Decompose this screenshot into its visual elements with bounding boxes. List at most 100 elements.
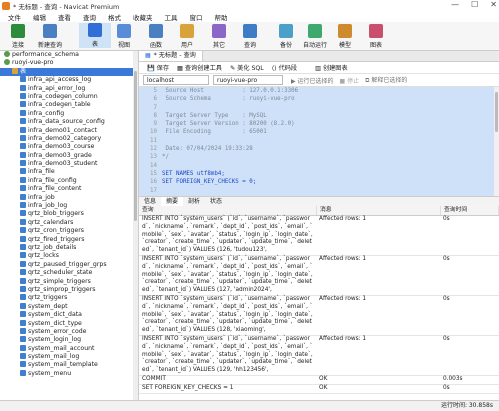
save-button[interactable]: 💾 保存 <box>147 63 169 72</box>
tree-item[interactable]: infra_file_content <box>0 185 138 193</box>
menu-item[interactable]: 工具 <box>165 12 178 22</box>
beautify-sql-button[interactable]: ✎ 美化 SQL <box>230 63 264 72</box>
tree-item[interactable]: system_login_log <box>0 336 138 344</box>
toolbar-table-button[interactable]: 表 <box>79 23 111 48</box>
result-row[interactable]: SET FOREIGN_KEY_CHECKS = 1OK0s <box>139 385 499 394</box>
tree-item[interactable]: infra_data_source_config <box>0 118 138 126</box>
tree-item[interactable]: qrtz_job_details <box>0 244 138 252</box>
menu-item[interactable]: 帮助 <box>215 12 228 22</box>
menu-item[interactable]: 查询 <box>83 12 96 22</box>
toolbar-view-button[interactable]: 视图 <box>108 24 140 49</box>
tree-item[interactable]: infra_demo03_course <box>0 143 138 151</box>
line-text: Source Schema : ruoyi-vue-pro <box>162 96 295 102</box>
tree-item[interactable]: infra_file <box>0 168 138 176</box>
table-icon <box>20 127 26 133</box>
query-builder-button[interactable]: ▦ 查询创建工具 <box>177 63 222 72</box>
tree-item[interactable]: system_mail_log <box>0 353 138 361</box>
result-tab[interactable]: 信息 <box>139 197 161 206</box>
tree-item[interactable]: qrtz_fired_triggers <box>0 236 138 244</box>
menu-item[interactable]: 查看 <box>58 12 71 22</box>
tree-item[interactable]: infra_demo02_category <box>0 135 138 143</box>
toolbar-new-query-button[interactable]: 新建查询 <box>34 24 66 49</box>
tree-item[interactable]: ruoyi-vue-pro <box>0 59 138 67</box>
toolbar-query-button[interactable]: 查询 <box>234 24 266 49</box>
tree-item[interactable]: 表 <box>0 68 138 76</box>
tree-item-label: infra_file_config <box>28 177 77 184</box>
result-row[interactable]: INSERT INTO `system_users` (`id`, `usern… <box>139 336 499 376</box>
result-row[interactable]: INSERT INTO `system_users` (`id`, `usern… <box>139 256 499 296</box>
tree-item[interactable]: performance_schema <box>0 51 138 59</box>
toolbar-plug-button[interactable]: 连接 <box>2 24 34 49</box>
menu-item[interactable]: 编辑 <box>33 12 46 22</box>
col-query[interactable]: 查询 <box>139 206 317 215</box>
tree-item[interactable]: qrtz_triggers <box>0 294 138 302</box>
create-chart-button[interactable]: ▥ 创建图表 <box>315 63 348 72</box>
tree-item[interactable]: qrtz_scheduler_state <box>0 269 138 277</box>
col-time[interactable]: 查询时间 <box>441 206 499 215</box>
result-tab[interactable]: 状态 <box>205 197 227 206</box>
result-row[interactable]: COMMITOK0.003s <box>139 376 499 385</box>
close-button[interactable]: ✕ <box>490 0 497 9</box>
server-select[interactable]: localhost <box>143 75 209 85</box>
tree-item[interactable]: infra_demo03_student <box>0 160 138 168</box>
menu-item[interactable]: 收藏夹 <box>133 12 153 22</box>
tree-item[interactable]: infra_demo01_contact <box>0 127 138 135</box>
result-tab[interactable]: 剖析 <box>183 197 205 206</box>
tree-item[interactable]: infra_demo03_grade <box>0 152 138 160</box>
tree-item[interactable]: system_dept <box>0 303 138 311</box>
tree-item[interactable]: infra_config <box>0 110 138 118</box>
stop-button[interactable]: ■ 停止 <box>340 76 360 85</box>
tree-item[interactable]: qrtz_cron_triggers <box>0 227 138 235</box>
table-icon <box>20 76 26 82</box>
tree-item[interactable]: system_dict_data <box>0 311 138 319</box>
editor-line: 12 Date: 07/04/2024 19:33:28 <box>139 145 499 153</box>
tree-scrollbar[interactable] <box>133 51 138 400</box>
result-tab[interactable]: 摘要 <box>161 197 183 206</box>
tree-item[interactable]: qrtz_paused_trigger_grps <box>0 261 138 269</box>
explain-selected-button[interactable]: ⧉ 解释已选择的 <box>365 75 407 85</box>
editor-scrollbar[interactable] <box>494 87 499 196</box>
col-message[interactable]: 消息 <box>317 206 441 215</box>
toolbar-chart-button[interactable]: 图表 <box>360 24 392 49</box>
menu-item[interactable]: 窗口 <box>190 12 203 22</box>
toolbar-model-button[interactable]: 模型 <box>329 24 361 49</box>
tree-item[interactable]: qrtz_locks <box>0 252 138 260</box>
toolbar-robot-button[interactable]: 自动运行 <box>299 24 331 49</box>
tab-untitled-query[interactable]: ▦ * 无标题 - 查询 <box>139 51 203 61</box>
sql-editor[interactable]: 5 Source Host : 127.0.0.1:33066 Source S… <box>139 87 499 196</box>
editor-line: 17 <box>139 187 499 195</box>
tree-item[interactable]: infra_job <box>0 194 138 202</box>
toolbar-function-button[interactable]: 函数 <box>140 24 172 49</box>
tree-item[interactable]: infra_api_access_log <box>0 76 138 84</box>
menu-item[interactable]: 格式 <box>108 12 121 22</box>
run-selected-button[interactable]: ▶ 运行已选择的 <box>291 76 334 85</box>
toolbar-backup-button[interactable]: 备份 <box>270 24 302 49</box>
tree-item[interactable]: infra_codegen_column <box>0 93 138 101</box>
toolbar-other-button[interactable]: 其它 <box>203 24 235 49</box>
toolbar-user-button[interactable]: 用户 <box>171 24 203 49</box>
tree-item[interactable]: qrtz_simple_triggers <box>0 278 138 286</box>
result-grid: 查询 消息 查询时间 INSERT INTO `system_users` (`… <box>139 206 499 394</box>
tree-item-label: system_mail_template <box>28 361 98 368</box>
tree-item[interactable]: system_error_code <box>0 328 138 336</box>
result-row[interactable]: INSERT INTO `system_users` (`id`, `usern… <box>139 296 499 336</box>
minimize-button[interactable]: — <box>451 0 459 9</box>
tree-item[interactable]: infra_job_log <box>0 202 138 210</box>
object-tree: performance_schemaruoyi-vue-pro表infra_ap… <box>0 51 139 400</box>
tree-item[interactable]: infra_file_config <box>0 177 138 185</box>
menu-item[interactable]: 文件 <box>8 12 21 22</box>
result-row[interactable]: INSERT INTO `system_users` (`id`, `usern… <box>139 216 499 256</box>
tree-item[interactable]: system_mail_account <box>0 345 138 353</box>
database-select[interactable]: ruoyi-vue-pro <box>213 75 283 85</box>
tree-item[interactable]: infra_codegen_table <box>0 101 138 109</box>
result-cell: 0s <box>440 216 499 255</box>
tree-item[interactable]: qrtz_calendars <box>0 219 138 227</box>
tree-item[interactable]: system_menu <box>0 370 138 378</box>
tree-item[interactable]: qrtz_blob_triggers <box>0 210 138 218</box>
tree-item[interactable]: system_dict_type <box>0 320 138 328</box>
tree-item[interactable]: system_mail_template <box>0 361 138 369</box>
maximize-button[interactable]: ☐ <box>471 0 478 9</box>
tree-item[interactable]: infra_api_error_log <box>0 85 138 93</box>
tree-item[interactable]: qrtz_simprop_triggers <box>0 286 138 294</box>
code-snippet-button[interactable]: ⟨⟩ 代码段 <box>272 63 297 72</box>
